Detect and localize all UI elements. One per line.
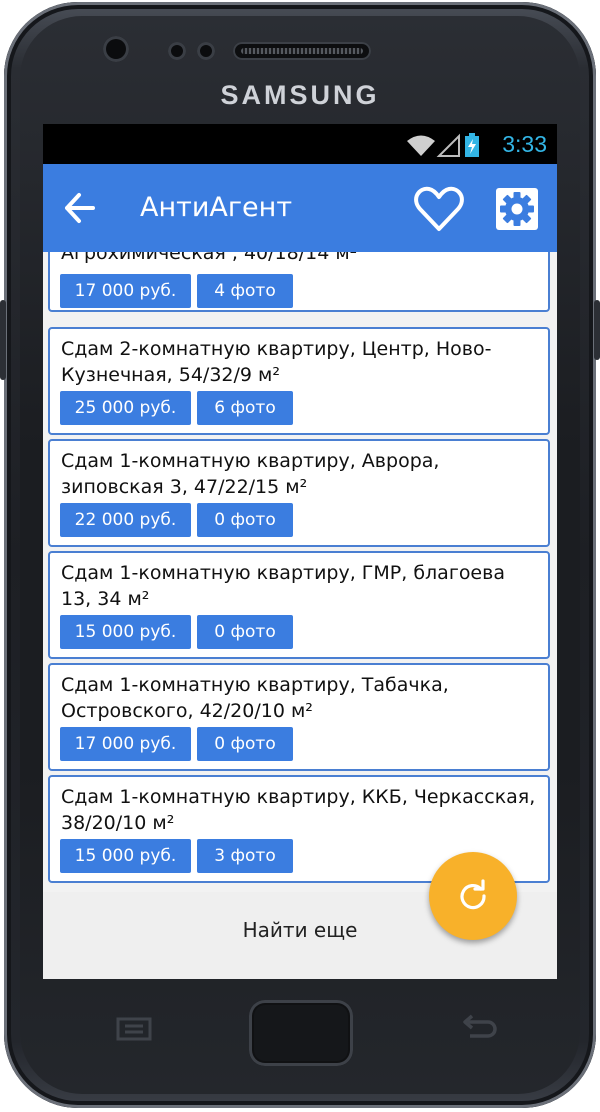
listing-card[interactable]: Сдам 1-комнатную квартиру, Аврора, зипов… xyxy=(48,439,550,547)
refresh-icon xyxy=(460,879,486,910)
listing-card[interactable]: Агрохимическая , 40/18/14 м² 17 000 руб.… xyxy=(48,252,550,312)
back-button[interactable] xyxy=(63,186,111,230)
signal-icon xyxy=(436,133,460,157)
price-badge: 15 000 руб. xyxy=(60,839,191,873)
earpiece-speaker xyxy=(233,42,371,60)
price-badge: 15 000 руб. xyxy=(60,615,191,649)
back-key[interactable] xyxy=(458,1014,498,1046)
refresh-fab[interactable] xyxy=(429,852,517,940)
app-bar: АнтиАгент xyxy=(43,164,557,252)
price-badge: 17 000 руб. xyxy=(60,274,191,308)
wifi-icon xyxy=(407,135,435,156)
battery-charging-icon xyxy=(465,133,479,157)
listing-title: Сдам 1-комнатную квартиру, Аврора, зипов… xyxy=(61,450,440,498)
front-camera xyxy=(103,36,129,62)
photo-count-badge[interactable]: 0 фото xyxy=(197,503,293,537)
listing-title: Агрохимическая , 40/18/14 м² xyxy=(61,252,358,264)
photo-count-badge[interactable]: 6 фото xyxy=(197,391,293,425)
photo-count-badge[interactable]: 3 фото xyxy=(197,839,293,873)
volume-button xyxy=(0,300,6,380)
home-key[interactable] xyxy=(249,1000,353,1066)
listings-list[interactable]: Агрохимическая , 40/18/14 м² 17 000 руб.… xyxy=(43,252,557,892)
listing-title: Сдам 1-комнатную квартиру, ККБ, Черкасск… xyxy=(61,786,536,834)
listing-title: Сдам 2-комнатную квартиру, Центр, Ново-К… xyxy=(61,338,492,386)
price-badge: 17 000 руб. xyxy=(60,727,191,761)
photo-count-badge[interactable]: 0 фото xyxy=(197,727,293,761)
power-button xyxy=(594,300,600,360)
app-title: АнтиАгент xyxy=(140,192,293,223)
listing-title: Сдам 1-комнатную квартиру, ГМР, благоева… xyxy=(61,562,505,610)
proximity-sensor xyxy=(168,42,186,60)
listing-card[interactable]: Сдам 1-комнатную квартиру, Табачка, Остр… xyxy=(48,663,550,771)
menu-key[interactable] xyxy=(116,1016,152,1046)
price-badge: 25 000 руб. xyxy=(60,391,191,425)
photo-count-badge[interactable]: 4 фото xyxy=(197,274,293,308)
listing-card[interactable]: Сдам 2-комнатную квартиру, Центр, Ново-К… xyxy=(48,327,550,435)
gear-icon xyxy=(496,188,538,230)
arrow-left-icon xyxy=(65,193,95,223)
light-sensor xyxy=(197,42,215,60)
favorites-button[interactable] xyxy=(413,185,465,233)
screen: 3:33 АнтиАгент Агрохимическая , 40/18/14… xyxy=(43,124,557,979)
back-icon xyxy=(463,1014,497,1038)
menu-icon xyxy=(116,1017,152,1041)
heart-outline-icon xyxy=(414,186,464,231)
status-icons xyxy=(405,132,485,162)
settings-button[interactable] xyxy=(496,188,538,230)
price-badge: 22 000 руб. xyxy=(60,503,191,537)
status-bar: 3:33 xyxy=(43,124,557,164)
listing-title: Сдам 1-комнатную квартиру, Табачка, Остр… xyxy=(61,674,449,722)
status-time: 3:33 xyxy=(502,131,547,157)
photo-count-badge[interactable]: 0 фото xyxy=(197,615,293,649)
listing-card[interactable]: Сдам 1-комнатную квартиру, ГМР, благоева… xyxy=(48,551,550,659)
brand-logo: SAMSUNG xyxy=(220,80,380,110)
